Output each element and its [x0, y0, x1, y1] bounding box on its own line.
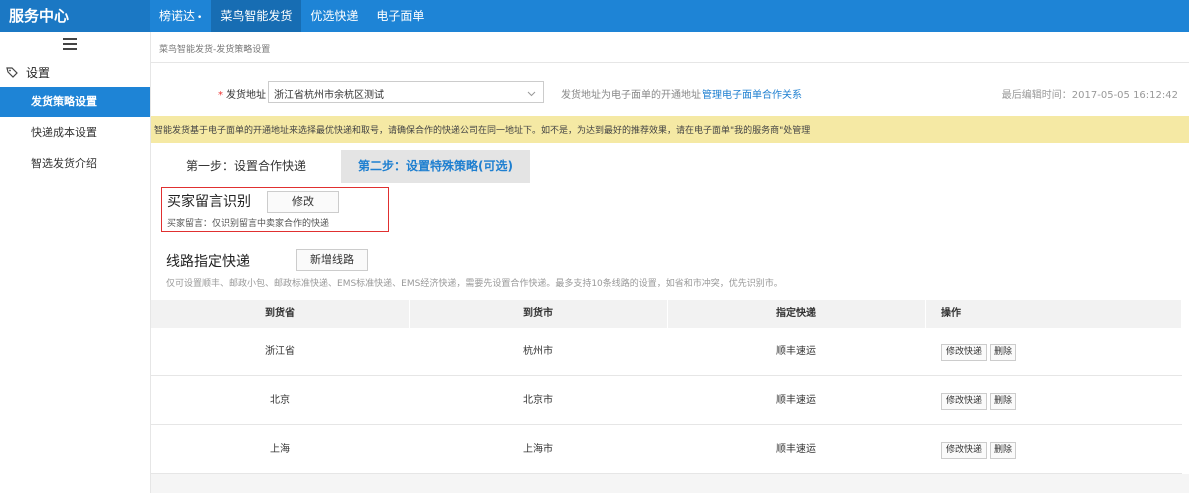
last-edit-time: 最后编辑时间：2017-05-05 16:12:42	[1001, 90, 1178, 101]
address-row: * 发货地址 浙江省杭州市余杭区测试 发货地址为电子面单的开通地址 管理电子面单合…	[151, 80, 1189, 104]
edit-courier-button[interactable]: 修改快递	[941, 344, 987, 361]
top-nav-item-cainiao[interactable]: 菜鸟智能发货	[211, 0, 302, 32]
chevron-down-icon	[527, 87, 536, 97]
delete-button[interactable]: 删除	[990, 442, 1016, 459]
top-nav-item-dianzi[interactable]: 电子面单	[367, 0, 433, 32]
table-header: 到货省 到货市 指定快递 操作	[151, 300, 1182, 328]
top-nav-label: 优选快递	[310, 9, 359, 23]
cell-province: 浙江省	[265, 346, 295, 357]
cell-city: 杭州市	[523, 346, 553, 357]
tab-step-two[interactable]: 第二步：设置特殊策略(可选)	[341, 150, 530, 183]
cell-courier: 顺丰速运	[776, 395, 816, 406]
header-courier: 指定快递	[776, 308, 816, 319]
route-title: 线路指定快递	[166, 254, 250, 270]
top-nav: 榜诺达 • 菜鸟智能发货 优选快递 电子面单	[150, 0, 433, 32]
cell-courier: 顺丰速运	[776, 346, 816, 357]
manage-waybill-link[interactable]: 管理电子面单合作关系	[702, 86, 802, 101]
top-nav-label: 菜鸟智能发货	[220, 9, 293, 23]
cell-province: 上海	[270, 444, 290, 455]
buyer-message-desc: 买家留言：仅识别留言中卖家合作的快递	[167, 219, 330, 229]
header-operation: 操作	[941, 308, 961, 319]
edit-courier-button[interactable]: 修改快递	[941, 393, 987, 410]
cell-province: 北京	[270, 395, 290, 406]
top-bar: 服务中心 榜诺达 • 菜鸟智能发货 优选快递 电子面单	[0, 0, 1189, 32]
tag-icon	[6, 66, 18, 78]
sidebar-section-settings: 设置	[6, 63, 50, 81]
cell-city: 北京市	[523, 395, 553, 406]
address-label: * 发货地址	[218, 90, 266, 101]
edit-courier-button[interactable]: 修改快递	[941, 442, 987, 459]
sidebar-section-label: 设置	[26, 65, 51, 80]
address-select-value: 浙江省杭州市余杭区测试	[274, 90, 384, 101]
table-row: 上海 上海市 顺丰速运 修改快递 删除	[151, 426, 1182, 474]
top-nav-item-youxuan[interactable]: 优选快递	[301, 0, 367, 32]
top-nav-label: 榜诺达	[159, 9, 196, 23]
dropdown-dot-icon: •	[197, 13, 203, 23]
modify-button[interactable]: 修改	[267, 191, 339, 213]
cell-city: 上海市	[523, 444, 553, 455]
sidebar-item-intro[interactable]: 智选发货介绍	[0, 149, 150, 179]
notice-banner: 智能发货基于电子面单的开通地址来选择最优快递和取号，请确保合作的快递公司在同一地…	[151, 116, 1189, 143]
divider	[151, 62, 1189, 63]
address-select[interactable]: 浙江省杭州市余杭区测试	[268, 81, 544, 103]
add-route-button[interactable]: 新增线路	[296, 249, 368, 271]
main-content: 菜鸟智能发货-发货策略设置 * 发货地址 浙江省杭州市余杭区测试 发货地址为电子面…	[150, 32, 1189, 493]
table-footer-bar	[151, 474, 1189, 493]
step-tabs: 第一步：设置合作快递 第二步：设置特殊策略(可选)	[151, 150, 1189, 183]
hamburger-menu-icon[interactable]	[63, 38, 77, 50]
top-nav-label: 电子面单	[376, 9, 425, 23]
delete-button[interactable]: 删除	[990, 393, 1016, 410]
header-city: 到货市	[523, 308, 553, 319]
header-province: 到货省	[265, 308, 295, 319]
sidebar-item-strategy[interactable]: 发货策略设置	[0, 87, 150, 117]
delete-button[interactable]: 删除	[990, 344, 1016, 361]
breadcrumb: 菜鸟智能发货-发货策略设置	[159, 45, 271, 55]
brand-title: 服务中心	[0, 0, 150, 32]
buyer-message-title: 买家留言识别	[167, 194, 251, 210]
sidebar: 设置 发货策略设置 快递成本设置 智选发货介绍	[0, 32, 150, 493]
table-row: 浙江省 杭州市 顺丰速运 修改快递 删除	[151, 328, 1182, 376]
table-row: 北京 北京市 顺丰速运 修改快递 删除	[151, 377, 1182, 425]
address-hint: 发货地址为电子面单的开通地址	[561, 90, 701, 101]
top-nav-item-bangnuoda[interactable]: 榜诺达 •	[150, 0, 211, 32]
sidebar-item-cost[interactable]: 快递成本设置	[0, 118, 150, 148]
cell-courier: 顺丰速运	[776, 444, 816, 455]
route-desc: 仅可设置顺丰、邮政小包、邮政标准快递、EMS标准快递、EMS经济快递，需要先设置…	[166, 279, 783, 289]
tab-step-one[interactable]: 第一步：设置合作快递	[151, 150, 341, 183]
buyer-message-section: 买家留言识别 修改 买家留言：仅识别留言中卖家合作的快递	[161, 187, 389, 232]
notice-text: 智能发货基于电子面单的开通地址来选择最优快递和取号，请确保合作的快递公司在同一地…	[154, 126, 811, 136]
